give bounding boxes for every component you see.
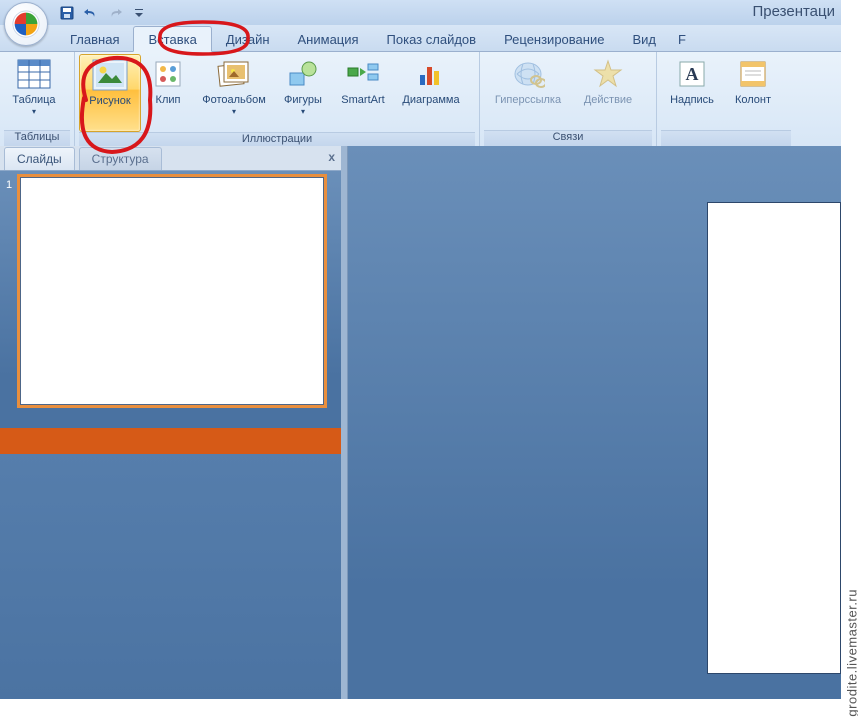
smartart-button[interactable]: SmartArt [333,54,393,130]
picture-icon [92,59,128,91]
group-text-label [661,130,791,147]
ribbon: Таблица ▾ Таблицы [0,52,841,148]
slides-pane: Слайды Структура x 1 [0,146,341,699]
group-illustrations-label: Иллюстрации [79,132,475,147]
close-pane-button[interactable]: x [328,150,335,164]
qat-customize[interactable] [128,3,150,23]
hyperlink-icon [511,60,545,88]
save-button[interactable] [56,3,78,23]
slide-number: 1 [6,179,20,191]
undo-button[interactable] [80,3,102,23]
slide-thumbnail[interactable] [20,177,324,405]
shapes-button[interactable]: Фигуры ▾ [275,54,331,130]
headerfooter-button[interactable]: Колонт [725,54,781,130]
quick-access-toolbar [56,0,150,25]
chevron-down-icon: ▾ [32,107,36,116]
clip-button[interactable]: Клип [143,54,193,130]
tab-animation[interactable]: Анимация [284,27,373,51]
thumbnail-area[interactable]: 1 [0,171,341,428]
watermark: grodite.livemaster.ru [845,589,858,717]
ribbon-tabs: Главная Вставка Дизайн Анимация Показ сл… [0,25,841,52]
chart-label: Диаграмма [402,94,459,106]
redo-icon [107,6,123,20]
picture-button[interactable]: Рисунок [79,54,141,132]
chart-icon [416,59,446,89]
pane-tab-slides[interactable]: Слайды [4,147,75,170]
clip-icon [153,59,183,89]
table-button[interactable]: Таблица ▾ [4,54,64,130]
slide-thumbnail-row[interactable]: 1 [6,177,335,405]
group-links: Гиперссылка Действие Связи [480,52,657,147]
chart-button[interactable]: Диаграмма [395,54,467,130]
floppy-disk-icon [60,6,74,20]
office-logo-icon [12,10,40,38]
tab-view[interactable]: Вид [618,27,670,51]
textbox-label: Надпись [670,94,714,106]
group-links-label: Связи [484,130,652,147]
orange-strip [0,428,341,454]
tab-slideshow[interactable]: Показ слайдов [373,27,491,51]
window-title: Презентаци [753,3,836,20]
action-button[interactable]: Действие [574,54,642,130]
smartart-icon [346,60,380,88]
pane-tabs: Слайды Структура x [0,146,341,171]
pane-tab-outline[interactable]: Структура [79,147,162,170]
clip-label: Клип [156,94,181,106]
smartart-label: SmartArt [341,94,384,106]
headerfooter-label: Колонт [735,94,771,106]
chevron-down-icon [135,7,143,19]
photoalbum-label: Фотоальбом [202,94,266,106]
tab-insert[interactable]: Вставка [133,26,211,52]
photoalbum-icon [217,59,251,89]
group-tables-label: Таблицы [4,130,70,147]
hyperlink-button[interactable]: Гиперссылка [484,54,572,130]
group-tables: Таблица ▾ Таблицы [0,52,75,147]
slide-edit-area[interactable] [341,146,841,699]
tab-home[interactable]: Главная [56,27,133,51]
redo-button[interactable] [104,3,126,23]
slide-canvas[interactable] [707,202,841,674]
textbox-icon: A [677,59,707,89]
pane-splitter[interactable] [341,146,348,699]
chevron-down-icon: ▾ [232,107,236,116]
group-illustrations: Рисунок Клип [75,52,480,147]
workspace: Слайды Структура x 1 [0,146,841,699]
tab-extra[interactable]: F [670,27,690,51]
photoalbum-button[interactable]: Фотоальбом ▾ [195,54,273,130]
office-button[interactable] [4,2,48,46]
svg-text:A: A [686,64,699,84]
shapes-icon [287,59,319,89]
table-icon [17,59,51,89]
tab-review[interactable]: Рецензирование [490,27,618,51]
group-text: A Надпись Колон [657,52,795,147]
picture-label: Рисунок [89,95,131,107]
undo-icon [83,6,99,20]
action-label: Действие [584,94,632,106]
tab-design[interactable]: Дизайн [212,27,284,51]
headerfooter-icon [738,59,768,89]
title-bar: Презентаци [0,0,841,25]
table-label: Таблица [12,94,55,106]
action-icon [593,59,623,89]
chevron-down-icon: ▾ [301,107,305,116]
shapes-label: Фигуры [284,94,322,106]
textbox-button[interactable]: A Надпись [661,54,723,130]
hyperlink-label: Гиперссылка [495,94,561,106]
